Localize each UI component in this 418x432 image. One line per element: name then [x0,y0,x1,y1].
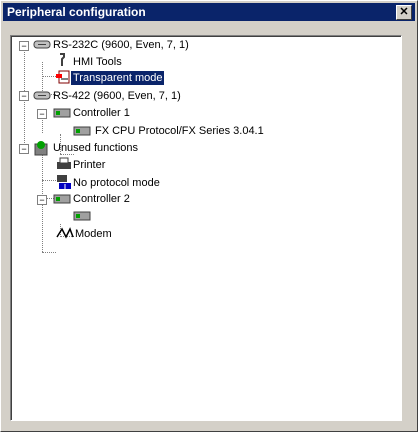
peripheral-tree[interactable]: − RS-232C (9600, Even, 7, 1) HMI Tools T… [10,35,402,421]
unused-functions-icon [33,140,49,156]
peripheral-configuration-window: Peripheral configuration ✕ − RS-232C (96… [0,0,418,432]
tree-item-fx-cpu-protocol[interactable]: FX CPU Protocol/FX Series 3.04.1 [93,124,266,138]
tree-item-modem[interactable]: Modem [73,227,114,241]
modem-icon [56,227,74,239]
printer-icon [56,157,72,171]
controller-icon [73,126,91,136]
expander-rs422[interactable]: − [19,91,29,101]
tools-icon [56,53,68,67]
tree-item-unused-functions[interactable]: Unused functions [51,141,140,155]
tree-item-printer[interactable]: Printer [71,158,107,172]
controller-icon [53,108,71,118]
tree-item-controller-2[interactable]: Controller 2 [71,192,132,206]
expander-controller1[interactable]: − [37,109,47,119]
no-protocol-icon [56,174,72,190]
window-title: Peripheral configuration [7,5,146,19]
close-icon: ✕ [399,6,409,18]
expander-controller2[interactable]: − [37,195,47,205]
tree-item-hmi-tools[interactable]: HMI Tools [71,55,124,69]
controller-icon[interactable] [73,211,91,221]
expander-rs232[interactable]: − [19,41,29,51]
tree-item-no-protocol-mode[interactable]: No protocol mode [71,176,162,190]
controller-icon [53,194,71,204]
close-button[interactable]: ✕ [396,5,412,20]
port-icon [33,91,51,100]
tree-item-controller-1[interactable]: Controller 1 [71,106,132,120]
tree-item-rs422[interactable]: RS-422 (9600, Even, 7, 1) [51,89,183,103]
port-icon [33,40,51,49]
tree-item-transparent-mode[interactable]: Transparent mode [69,70,166,86]
title-bar[interactable]: Peripheral configuration ✕ [3,3,415,21]
expander-unused[interactable]: − [19,144,29,154]
tree-item-rs232[interactable]: RS-232C (9600, Even, 7, 1) [51,38,191,52]
transparent-mode-icon [56,70,70,84]
